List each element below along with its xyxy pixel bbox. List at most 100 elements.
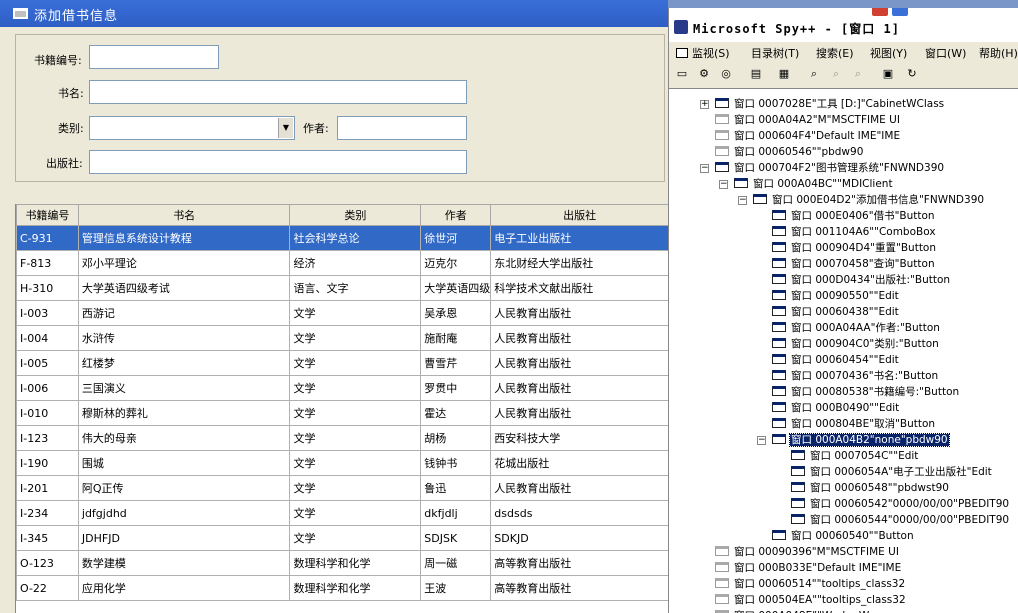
- collapse-icon[interactable]: −: [700, 164, 709, 173]
- tree-node[interactable]: 窗口 000804BE"取消"Button: [772, 417, 936, 432]
- windows-view-icon[interactable]: ▭: [675, 67, 689, 81]
- table-cell[interactable]: I-123: [16, 425, 79, 451]
- table-cell[interactable]: 电子工业出版社: [490, 225, 668, 251]
- threads-icon[interactable]: ◎: [719, 67, 733, 81]
- tree-node[interactable]: 窗口 000A04A2"M"MSCTFIME UI: [715, 113, 901, 128]
- find-window-icon[interactable]: ⌕: [807, 67, 821, 81]
- tree-node[interactable]: 窗口 000D0434"出版社:"Button: [772, 273, 951, 288]
- table-cell[interactable]: 文学: [289, 400, 422, 426]
- tree-node[interactable]: 窗口 000A04BC""MDIClient: [734, 177, 894, 192]
- table-cell[interactable]: 高等教育出版社: [490, 550, 668, 576]
- table-cell[interactable]: 人民教育出版社: [490, 400, 668, 426]
- collapse-icon[interactable]: −: [738, 196, 747, 205]
- tree-node[interactable]: 窗口 0007028E"工具 [D:]"CabinetWClass: [715, 97, 945, 112]
- column-header[interactable]: 出版社: [490, 204, 668, 226]
- book-no-input[interactable]: [89, 45, 219, 69]
- menu-tree[interactable]: 目录树(T): [751, 45, 799, 61]
- table-cell[interactable]: 文学: [289, 525, 422, 551]
- expand-icon[interactable]: +: [700, 100, 709, 109]
- window-title-bar[interactable]: 添加借书信息: [0, 0, 668, 27]
- table-cell[interactable]: SDKJD: [490, 525, 668, 551]
- table-cell[interactable]: 迈克尔: [420, 250, 492, 276]
- table-cell[interactable]: 西游记: [77, 300, 291, 326]
- table-cell[interactable]: 胡杨: [420, 425, 492, 451]
- tree-node[interactable]: 窗口 000A04AA"作者:"Button: [772, 321, 941, 336]
- book-name-input[interactable]: [89, 80, 467, 104]
- table-cell[interactable]: 罗贯中: [420, 375, 492, 401]
- table-cell[interactable]: 数学建模: [77, 550, 291, 576]
- table-row[interactable]: I-010 穆斯林的葬礼 文学 霍达 人民教育出版社: [16, 400, 668, 426]
- maximize-button[interactable]: [891, 8, 909, 17]
- table-row[interactable]: O-22 应用化学 数理科学和化学 王波 高等教育出版社: [16, 575, 668, 601]
- column-header[interactable]: 书名: [77, 204, 291, 226]
- table-row[interactable]: I-004 水浒传 文学 施耐庵 人民教育出版社: [16, 325, 668, 351]
- log-options-icon[interactable]: ▦: [777, 67, 791, 81]
- table-cell[interactable]: 文学: [289, 350, 422, 376]
- table-cell[interactable]: 文学: [289, 425, 422, 451]
- table-cell[interactable]: 社会科学总论: [289, 225, 422, 251]
- tree-node[interactable]: 窗口 00060544"0000/00/00"PBEDIT90: [791, 513, 1010, 528]
- collapse-icon[interactable]: −: [719, 180, 728, 189]
- table-cell[interactable]: 曹雪芹: [420, 350, 492, 376]
- table-cell[interactable]: 大学英语四级: [420, 275, 492, 301]
- refresh-icon[interactable]: ↻: [905, 67, 919, 81]
- menu-monitor[interactable]: 监视(S): [676, 45, 730, 61]
- tree-node[interactable]: 窗口 0007054C""Edit: [791, 449, 919, 464]
- table-cell[interactable]: C-931: [16, 225, 79, 251]
- table-cell[interactable]: 文学: [289, 500, 422, 526]
- table-cell[interactable]: I-003: [16, 300, 79, 326]
- table-cell[interactable]: 围城: [77, 450, 291, 476]
- tree-node[interactable]: 窗口 0006054A"电子工业出版社"Edit: [791, 465, 993, 480]
- table-cell[interactable]: I-004: [16, 325, 79, 351]
- chevron-down-icon[interactable]: ▼: [278, 118, 293, 138]
- column-header[interactable]: 作者: [420, 204, 492, 226]
- tree-node[interactable]: 窗口 00090396"M"MSCTFIME UI: [715, 545, 900, 560]
- table-cell[interactable]: 水浒传: [77, 325, 291, 351]
- close-button[interactable]: [871, 8, 889, 17]
- table-cell[interactable]: 人民教育出版社: [490, 350, 668, 376]
- table-cell[interactable]: H-310: [16, 275, 79, 301]
- table-cell[interactable]: 大学英语四级考试: [77, 275, 291, 301]
- menu-view[interactable]: 视图(Y): [870, 45, 907, 61]
- table-cell[interactable]: 文学: [289, 300, 422, 326]
- table-cell[interactable]: jdfgjdhd: [77, 500, 291, 526]
- column-header[interactable]: 类别: [289, 204, 422, 226]
- tree-node[interactable]: 窗口 00060546""pbdw90: [715, 145, 864, 160]
- table-cell[interactable]: 文学: [289, 450, 422, 476]
- table-cell[interactable]: F-813: [16, 250, 79, 276]
- tree-node[interactable]: 窗口 00070458"查询"Button: [772, 257, 936, 272]
- table-row[interactable]: I-201 阿Q正传 文学 鲁迅 人民教育出版社: [16, 475, 668, 501]
- table-cell[interactable]: 红楼梦: [77, 350, 291, 376]
- table-cell[interactable]: 应用化学: [77, 575, 291, 601]
- table-cell[interactable]: 周一磁: [420, 550, 492, 576]
- table-cell[interactable]: I-234: [16, 500, 79, 526]
- table-cell[interactable]: 文学: [289, 325, 422, 351]
- table-row[interactable]: I-003 西游记 文学 吴承恩 人民教育出版社: [16, 300, 668, 326]
- table-cell[interactable]: 东北财经大学出版社: [490, 250, 668, 276]
- table-cell[interactable]: 邓小平理论: [77, 250, 291, 276]
- table-row[interactable]: I-234 jdfgjdhd 文学 dkfjdlj dsdsds: [16, 500, 668, 526]
- table-cell[interactable]: I-345: [16, 525, 79, 551]
- table-cell[interactable]: 人民教育出版社: [490, 475, 668, 501]
- table-cell[interactable]: 阿Q正传: [77, 475, 291, 501]
- processes-icon[interactable]: ⚙: [697, 67, 711, 81]
- table-row[interactable]: I-005 红楼梦 文学 曹雪芹 人民教育出版社: [16, 350, 668, 376]
- table-cell[interactable]: SDJSK: [420, 525, 492, 551]
- table-cell[interactable]: 文学: [289, 475, 422, 501]
- spy-title-bar[interactable]: Microsoft Spy++ - [窗口 1]: [669, 8, 1018, 42]
- table-cell[interactable]: O-22: [16, 575, 79, 601]
- table-cell[interactable]: JDHFJD: [77, 525, 291, 551]
- table-cell[interactable]: 高等教育出版社: [490, 575, 668, 601]
- tree-node[interactable]: 窗口 00080538"书籍编号:"Button: [772, 385, 960, 400]
- table-cell[interactable]: 数理科学和化学: [289, 550, 422, 576]
- publisher-input[interactable]: [89, 150, 467, 174]
- properties-icon[interactable]: ▣: [881, 67, 895, 81]
- menu-help[interactable]: 帮助(H): [979, 45, 1018, 61]
- table-row[interactable]: I-006 三国演义 文学 罗贯中 人民教育出版社: [16, 375, 668, 401]
- tree-node[interactable]: 窗口 000A048E""WorkerW: [715, 609, 870, 613]
- table-row[interactable]: I-190 围城 文学 钱钟书 花城出版社: [16, 450, 668, 476]
- tree-node[interactable]: 窗口 00090550""Edit: [772, 289, 900, 304]
- tree-node[interactable]: 窗口 000B0490""Edit: [772, 401, 900, 416]
- collapse-icon[interactable]: −: [757, 436, 766, 445]
- tree-node[interactable]: 窗口 000904D4"重置"Button: [772, 241, 937, 256]
